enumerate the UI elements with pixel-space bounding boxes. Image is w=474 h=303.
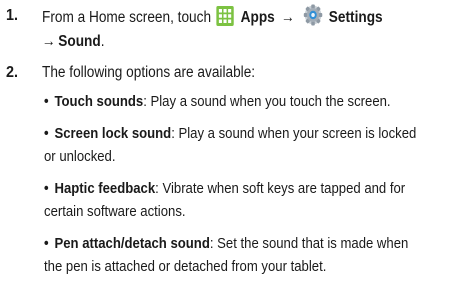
list-item: • Pen attach/detach sound: Set the sound … (44, 232, 473, 256)
bullet-dot: • (44, 93, 49, 110)
list-item-continuation: the pen is attached or detached from you… (44, 255, 473, 279)
option-term: Haptic feedback (54, 180, 156, 197)
bullet-dot: • (44, 180, 49, 197)
option-desc: : Vibrate when soft keys are tapped and … (155, 180, 406, 197)
option-desc-cont: certain software actions. (44, 203, 186, 220)
arrow-2: → (42, 33, 56, 50)
option-desc: : Set the sound that is made when (209, 235, 409, 252)
option-term: Pen attach/detach sound (54, 235, 210, 252)
list-item: • Screen lock sound: Play a sound when yo… (44, 122, 473, 146)
step-1-text-cont: → Sound. (42, 30, 420, 54)
bullet-dot: • (44, 235, 49, 252)
step-number: 2. (6, 64, 19, 81)
list-item: • Touch sounds: Play a sound when you tou… (44, 90, 473, 114)
period: . (100, 33, 105, 50)
option-desc: : Play a sound when you touch the screen… (143, 93, 391, 110)
option-desc-cont: or unlocked. (44, 148, 116, 165)
option-term: Screen lock sound (54, 125, 172, 142)
step-1-prefix: From a Home screen, touch (42, 9, 212, 26)
sound-label: Sound (58, 33, 101, 50)
option-desc: : Play a sound when your screen is locke… (171, 125, 417, 142)
settings-label: Settings (328, 9, 383, 26)
apps-label: Apps (240, 9, 275, 26)
instruction-page: 1. From a Home screen, touch Apps → Sett… (0, 0, 474, 303)
list-item-continuation: certain software actions. (44, 200, 473, 224)
bullet-dot: • (44, 125, 49, 142)
arrow: → (281, 9, 295, 26)
list-item-continuation: or unlocked. (44, 145, 473, 169)
list-item: • Haptic feedback: Vibrate when soft keys… (44, 177, 473, 201)
option-term: Touch sounds (54, 93, 144, 110)
option-desc-cont: the pen is attached or detached from you… (44, 258, 327, 275)
step-2-text: The following options are available: (42, 64, 256, 81)
step-number: 1. (6, 7, 19, 24)
